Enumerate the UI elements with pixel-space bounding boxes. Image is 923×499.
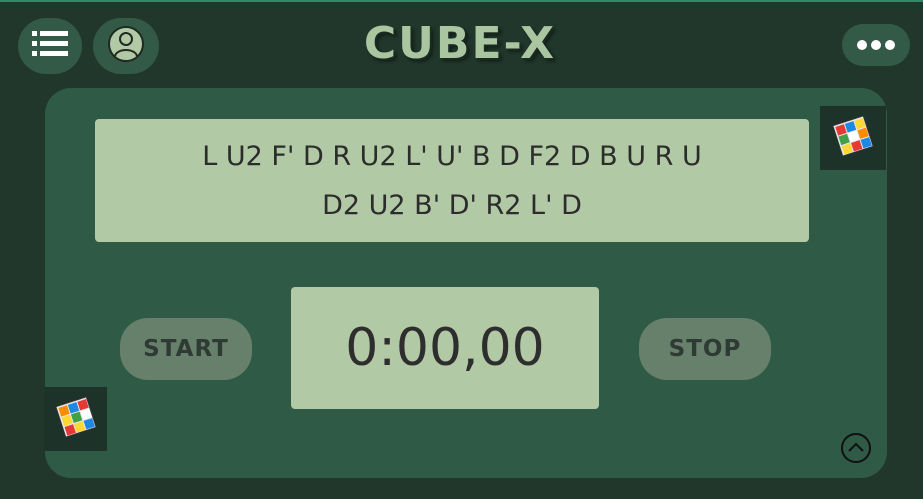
- top-accent-line: [0, 0, 923, 2]
- timer-display: 0:00,00: [291, 287, 599, 409]
- stop-button[interactable]: STOP: [639, 318, 771, 380]
- chevron-up-circle-icon: [840, 432, 872, 468]
- user-icon: [107, 25, 145, 67]
- start-button[interactable]: START: [120, 318, 252, 380]
- more-options-button[interactable]: [842, 24, 910, 66]
- cube-tab-top[interactable]: [820, 106, 886, 170]
- more-horizontal-icon: [856, 36, 896, 55]
- list-icon: [32, 29, 68, 63]
- rubiks-cube-icon: [830, 113, 876, 163]
- app-title: CUBE-X: [363, 18, 557, 69]
- app-root: CUBE-X L U2 F' D R U2 L' U' B D F2 D B U…: [0, 0, 923, 499]
- rubiks-cube-icon: [53, 394, 99, 444]
- menu-button[interactable]: [18, 18, 82, 74]
- scramble-display: L U2 F' D R U2 L' U' B D F2 D B U R U D2…: [95, 119, 809, 242]
- scramble-line-1: L U2 F' D R U2 L' U' B D F2 D B U R U: [202, 140, 702, 172]
- scroll-top-button[interactable]: [839, 433, 873, 467]
- profile-button[interactable]: [93, 18, 159, 74]
- scramble-line-2: D2 U2 B' D' R2 L' D: [322, 189, 582, 221]
- cube-tab-bottom[interactable]: [44, 387, 107, 451]
